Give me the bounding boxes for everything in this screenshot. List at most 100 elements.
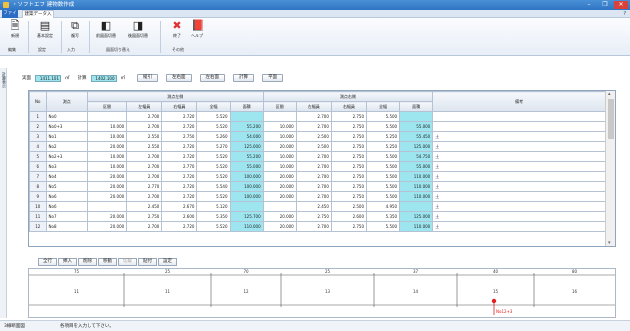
station-cell[interactable]: No2	[45, 141, 88, 152]
table-row[interactable]: 7 No4 20.000 2.700 2.720 5.520 100.000 20.000 2.…	[29, 171, 606, 182]
scroll-thumb[interactable]	[608, 99, 614, 139]
paste-button[interactable]: 貼付	[138, 258, 157, 266]
table-cell[interactable]: 2.450	[126, 201, 163, 212]
table-cell[interactable]: 2.550	[126, 131, 163, 142]
table-row[interactable]: 3 No1 10.000 2.550 2.750 5.260 54.000 10.000 2.5…	[29, 131, 606, 142]
table-row[interactable]: 10 No6 2.450 2.670 5.120 2.450 2.500 4.950 土	[29, 201, 606, 212]
table-cell[interactable]: 土	[432, 161, 606, 172]
station-cell[interactable]: No6	[45, 191, 88, 202]
table-cell[interactable]: 2.700	[126, 151, 163, 162]
table-cell[interactable]: 5.120	[196, 201, 231, 212]
station-cell[interactable]: No0	[45, 111, 88, 122]
table-cell[interactable]: 110.000	[399, 221, 434, 232]
table-cell[interactable]: 54.000	[229, 131, 264, 142]
close-icon[interactable]: ✕	[614, 1, 628, 9]
table-cell[interactable]: 5.500	[366, 121, 401, 132]
table-cell[interactable]: 20.000	[86, 171, 128, 182]
table-cell[interactable]: 55.000	[399, 121, 434, 132]
table-cell[interactable]: 2.750	[330, 221, 368, 232]
scroll-down-icon[interactable]: ▾	[608, 240, 611, 246]
table-cell[interactable]: 2.450	[295, 201, 332, 212]
table-cell[interactable]	[229, 201, 264, 212]
table-cell[interactable]	[229, 111, 264, 122]
calculate-button[interactable]: 計算	[233, 74, 254, 82]
table-cell[interactable]: 2.750	[330, 141, 368, 152]
table-cell[interactable]: 10.000	[86, 121, 128, 132]
copy-button[interactable]: ⧉ 複写	[64, 20, 86, 44]
table-cell[interactable]: 55.200	[229, 151, 264, 162]
table-cell[interactable]: 5.500	[366, 111, 401, 122]
table-cell[interactable]: 125.700	[229, 211, 264, 222]
scroll-up-icon[interactable]: ▴	[608, 91, 611, 97]
table-cell[interactable]: 5.250	[366, 131, 401, 142]
station-cell[interactable]: No3	[45, 161, 88, 172]
table-cell[interactable]: 20.000	[262, 171, 297, 182]
table-cell[interactable]: 20.000	[86, 141, 128, 152]
table-cell[interactable]: 2.700	[126, 221, 163, 232]
table-cell[interactable]: 5.520	[196, 151, 231, 162]
basic-settings-button[interactable]: ▤ 基本設定	[32, 20, 58, 44]
table-cell[interactable]: 20.000	[86, 191, 128, 202]
table-cell[interactable]: 2.750	[330, 181, 368, 192]
station-marker[interactable]: No12+3	[491, 298, 513, 315]
table-cell[interactable]: 5.520	[196, 161, 231, 172]
vertical-button[interactable]: 縦引	[137, 74, 158, 82]
table-cell[interactable]: 2.700	[295, 161, 332, 172]
table-cell[interactable]: 2.550	[126, 141, 163, 152]
table-cell[interactable]: 5.520	[196, 171, 231, 182]
table-cell[interactable]: 2.500	[295, 141, 332, 152]
table-cell[interactable]	[262, 111, 297, 122]
table-cell[interactable]: 2.750	[330, 111, 368, 122]
table-cell[interactable]: 2.750	[330, 161, 368, 172]
exit-button[interactable]: ✖ 終了	[166, 20, 188, 44]
table-cell[interactable]: 土	[432, 151, 606, 162]
table-cell[interactable]: 2.720	[161, 221, 198, 232]
minimize-icon[interactable]: –	[582, 1, 596, 9]
table-cell[interactable]: 5.260	[196, 131, 231, 142]
table-row[interactable]: 6 No3 10.000 2.700 2.770 5.520 55.000 10.000 2.7…	[29, 161, 606, 172]
table-cell[interactable]: 2.500	[330, 201, 368, 212]
table-cell[interactable]: 5.270	[196, 141, 231, 152]
table-cell[interactable]: 20.000	[86, 211, 128, 222]
table-cell[interactable]: 110.000	[399, 191, 434, 202]
table-cell[interactable]: 2.700	[126, 111, 163, 122]
table-cell[interactable]: 2.700	[295, 151, 332, 162]
table-cell[interactable]: 125.000	[399, 211, 434, 222]
table-cell[interactable]: 110.000	[399, 171, 434, 182]
data-grid[interactable]: No 測点 測点左側 測点右側 備考 区間 左幅員 右幅員 全幅 面積 区間 左幅員 右幅員全…	[28, 90, 616, 247]
table-cell[interactable]: 2.720	[161, 181, 198, 192]
maximize-icon[interactable]: ❐	[598, 1, 612, 9]
table-cell[interactable]: 10.000	[262, 161, 297, 172]
table-cell[interactable]: 20.000	[86, 221, 128, 232]
station-cell[interactable]: No4	[45, 171, 88, 182]
table-cell[interactable]: 5.500	[366, 181, 401, 192]
table-row[interactable]: 2 No0+3 10.000 2.700 2.720 5.520 55.200 10.000 2…	[29, 121, 606, 132]
table-cell[interactable]: 2.750	[330, 151, 368, 162]
table-cell[interactable]: 2.750	[295, 211, 332, 222]
table-cell[interactable]: 2.770	[161, 161, 198, 172]
table-cell[interactable]: 土	[432, 141, 606, 152]
table-cell[interactable]: 5.350	[366, 211, 401, 222]
table-cell[interactable]: 10.000	[262, 121, 297, 132]
table-cell[interactable]: 10.000	[86, 161, 128, 172]
table-cell[interactable]: 2.700	[295, 191, 332, 202]
table-cell[interactable]: 土	[432, 171, 606, 182]
table-cell[interactable]: 5.520	[196, 121, 231, 132]
table-cell[interactable]: 2.720	[161, 111, 198, 122]
table-cell[interactable]: 2.600	[161, 211, 198, 222]
table-cell[interactable]: 5.520	[196, 111, 231, 122]
table-cell[interactable]: 5.500	[366, 191, 401, 202]
left-right-button-2[interactable]: 左右面	[199, 74, 225, 82]
table-cell[interactable]	[86, 201, 128, 212]
table-row[interactable]: 5 No2+3 10.000 2.700 2.720 5.520 55.200 10.000 2…	[29, 151, 606, 162]
table-cell[interactable]: 2.750	[330, 171, 368, 182]
table-cell[interactable]: 5.520	[196, 191, 231, 202]
prev-drawing-button[interactable]: ◧ 前図面切替	[92, 20, 120, 44]
table-cell[interactable]: 20.000	[262, 211, 297, 222]
table-row[interactable]: 1 No0 2.700 2.720 5.520 2.700 2.750 5.500	[29, 111, 606, 122]
table-cell[interactable]: 5.500	[366, 151, 401, 162]
table-cell[interactable]: 5.500	[366, 171, 401, 182]
settings-button[interactable]: 設定	[158, 258, 177, 266]
vertical-scrollbar[interactable]: ▴ ▾	[605, 91, 615, 246]
table-cell[interactable]: 2.670	[161, 201, 198, 212]
